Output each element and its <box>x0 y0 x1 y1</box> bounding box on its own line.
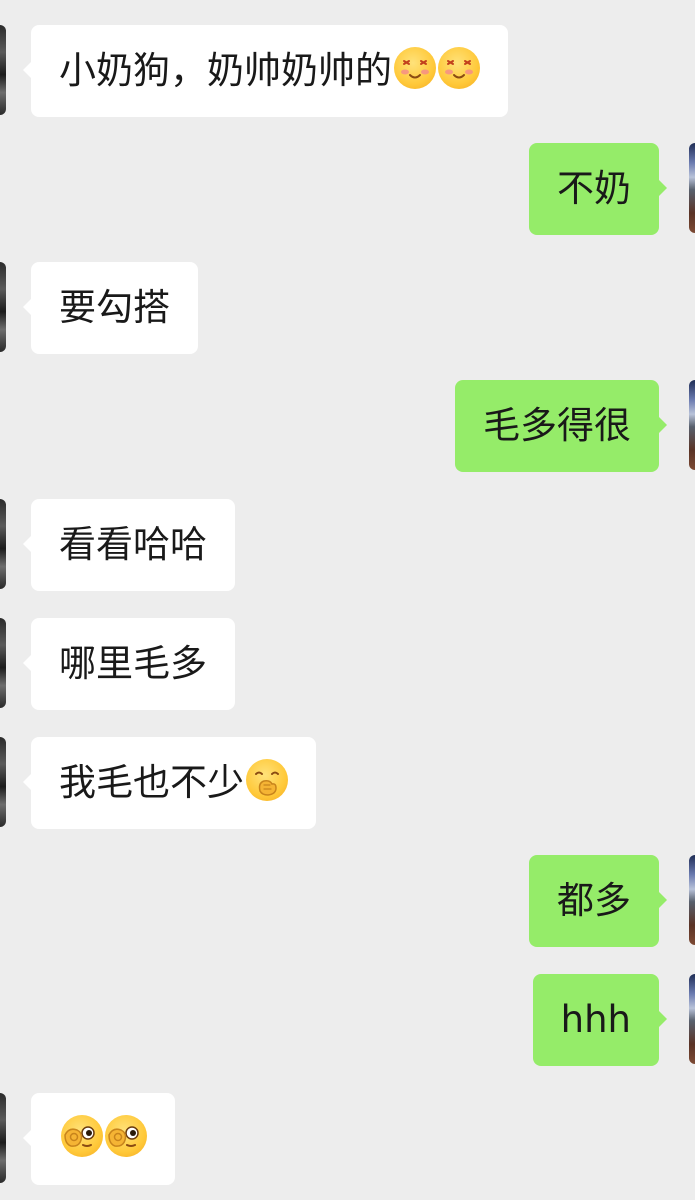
message-text: 不奶 <box>557 167 631 210</box>
hand-over-mouth-emoji <box>246 759 288 801</box>
message-text: 哪里毛多 <box>59 642 207 685</box>
message-bubble[interactable]: 毛多得很 <box>455 380 667 472</box>
message-bubble[interactable]: 小奶狗，奶帅奶帅的 <box>23 25 508 117</box>
message-text: 毛多得很 <box>483 404 631 447</box>
message-row: 毛多得很 <box>0 380 695 472</box>
message-bubble[interactable]: 要勾搭 <box>23 262 198 354</box>
message-bubble[interactable]: 都多 <box>529 855 667 947</box>
message-bubble[interactable]: 看看哈哈 <box>23 499 235 591</box>
contact-avatar[interactable] <box>0 499 6 589</box>
blushing-smile-emoji <box>438 47 480 89</box>
message-text: 小奶狗，奶帅奶帅的 <box>59 49 392 92</box>
message-row: 哪里毛多 <box>0 618 695 710</box>
user-avatar[interactable] <box>689 974 695 1064</box>
ok-eye-emoji <box>61 1115 103 1157</box>
user-avatar[interactable] <box>689 855 695 945</box>
message-text: 要勾搭 <box>59 286 170 329</box>
contact-avatar[interactable] <box>0 618 6 708</box>
message-row: 小奶狗，奶帅奶帅的 <box>0 25 695 117</box>
message-row: 看看哈哈 <box>0 499 695 591</box>
message-row: 不奶 <box>0 143 695 235</box>
message-row: 都多 <box>0 855 695 947</box>
message-row: hhh <box>0 974 695 1066</box>
message-text: 都多 <box>557 879 631 922</box>
message-row: 要勾搭 <box>0 262 695 354</box>
message-row: 我毛也不少 <box>0 737 695 829</box>
user-avatar[interactable] <box>689 143 695 233</box>
message-text: 看看哈哈 <box>59 523 207 566</box>
message-bubble[interactable]: 我毛也不少 <box>23 737 316 829</box>
message-bubble[interactable]: 哪里毛多 <box>23 618 235 710</box>
blushing-smile-emoji <box>394 47 436 89</box>
message-bubble[interactable]: 不奶 <box>529 143 667 235</box>
message-text: hhh <box>560 998 631 1041</box>
contact-avatar[interactable] <box>0 25 6 115</box>
user-avatar[interactable] <box>689 380 695 470</box>
contact-avatar[interactable] <box>0 737 6 827</box>
message-bubble[interactable] <box>23 1093 175 1185</box>
ok-eye-emoji <box>105 1115 147 1157</box>
message-text: 我毛也不少 <box>59 761 244 804</box>
message-bubble[interactable]: hhh <box>532 974 668 1066</box>
message-row <box>0 1093 695 1185</box>
chat-area: 小奶狗，奶帅奶帅的 不奶 要勾搭 毛多得很 看看哈哈 哪里毛多 我毛也不少 都多… <box>0 0 695 1200</box>
contact-avatar[interactable] <box>0 262 6 352</box>
contact-avatar[interactable] <box>0 1093 6 1183</box>
